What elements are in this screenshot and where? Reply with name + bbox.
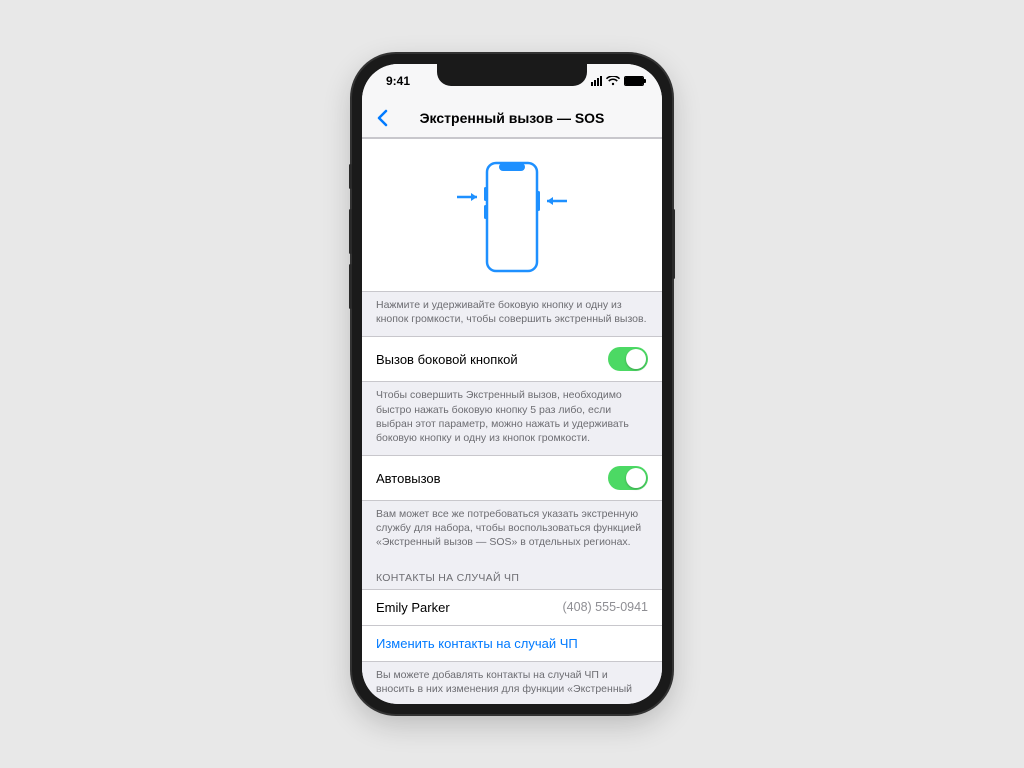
settings-content[interactable]: Нажмите и удерживайте боковую кнопку и о… [362,138,662,704]
auto-call-label: Автовызов [376,471,441,486]
emergency-contact-cell[interactable]: Emily Parker (408) 555-0941 [362,589,662,626]
side-button [672,209,675,279]
emergency-contact-name: Emily Parker [376,600,450,615]
cellular-signal-icon [591,76,602,86]
contacts-footer: Вы можете добавлять контакты на случай Ч… [362,662,662,704]
side-button-call-toggle[interactable] [608,347,648,371]
emergency-contact-phone: (408) 555-0941 [563,600,648,614]
auto-call-footer: Вам может все же потребоваться указать э… [362,501,662,560]
edit-emergency-contacts-cell[interactable]: Изменить контакты на случай ЧП [362,626,662,662]
back-button[interactable] [370,109,394,127]
volume-up-button [349,209,352,254]
volume-down-button [349,264,352,309]
phone-press-illustration-icon [437,157,587,277]
battery-icon [624,76,644,86]
edit-emergency-contacts-label: Изменить контакты на случай ЧП [376,636,578,651]
illustration-footer: Нажмите и удерживайте боковую кнопку и о… [362,292,662,336]
mute-switch [349,164,352,189]
chevron-left-icon [376,109,388,127]
side-button-call-cell[interactable]: Вызов боковой кнопкой [362,336,662,382]
status-indicators [591,76,644,86]
side-button-call-label: Вызов боковой кнопкой [376,352,518,367]
nav-bar: Экстренный вызов — SOS [362,98,662,138]
phone-device: 9:41 Экстренный вызов — SOS [352,54,672,714]
auto-call-toggle[interactable] [608,466,648,490]
side-button-call-footer: Чтобы совершить Экстренный вызов, необхо… [362,382,662,455]
notch [437,64,587,86]
sos-illustration [362,138,662,292]
screen: 9:41 Экстренный вызов — SOS [362,64,662,704]
contacts-header: КОНТАКТЫ НА СЛУЧАЙ ЧП [362,560,662,589]
auto-call-cell[interactable]: Автовызов [362,455,662,501]
nav-title: Экстренный вызов — SOS [362,110,662,126]
wifi-icon [606,76,620,86]
